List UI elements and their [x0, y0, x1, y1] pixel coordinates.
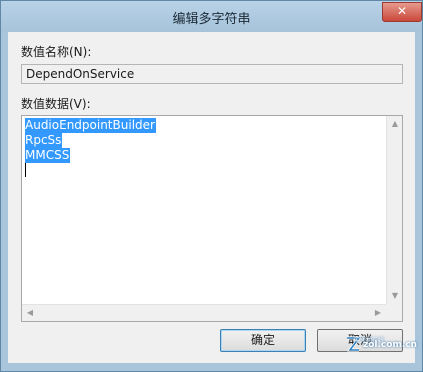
data-line: AudioEndpointBuilder	[25, 118, 156, 133]
scroll-up-icon[interactable]: ▲	[387, 116, 403, 132]
text-caret	[25, 163, 26, 177]
value-data-textarea[interactable]: AudioEndpointBuilder RpcSs MMCSS ▲ ▼ ◀ ▶	[21, 115, 403, 322]
scrollbar-corner	[386, 304, 402, 321]
vertical-scrollbar[interactable]: ▲ ▼	[386, 116, 402, 304]
data-line: RpcSs	[25, 133, 63, 148]
dialog-title: 编辑多字符串	[172, 12, 251, 27]
scroll-down-icon[interactable]: ▼	[387, 288, 403, 304]
value-data-label: 数值数据(V):	[21, 97, 91, 111]
dialog-body: 数值名称(N): DependOnService 数值数据(V): AudioE…	[8, 32, 415, 363]
close-button[interactable]: ✕	[382, 2, 422, 22]
value-name-label: 数值名称(N):	[21, 45, 92, 59]
title-bar[interactable]: 编辑多字符串 ✕	[1, 1, 422, 32]
scroll-left-icon[interactable]: ◀	[22, 305, 38, 321]
watermark-text: zol.com.cn	[363, 340, 417, 350]
data-line: MMCSS	[25, 148, 71, 163]
value-name-text: DependOnService	[26, 67, 135, 81]
ok-button[interactable]: 确定	[220, 329, 306, 352]
value-data-lines: AudioEndpointBuilder RpcSs MMCSS	[25, 118, 156, 163]
horizontal-scrollbar[interactable]: ◀ ▶	[22, 304, 386, 321]
value-name-field: DependOnService	[21, 64, 403, 84]
close-icon: ✕	[396, 4, 408, 18]
scroll-right-icon[interactable]: ▶	[370, 305, 386, 321]
watermark: 中关村在线 zol.com.cn	[345, 335, 417, 359]
dialog-window: 编辑多字符串 ✕ 数值名称(N): DependOnService 数值数据(V…	[0, 0, 423, 372]
